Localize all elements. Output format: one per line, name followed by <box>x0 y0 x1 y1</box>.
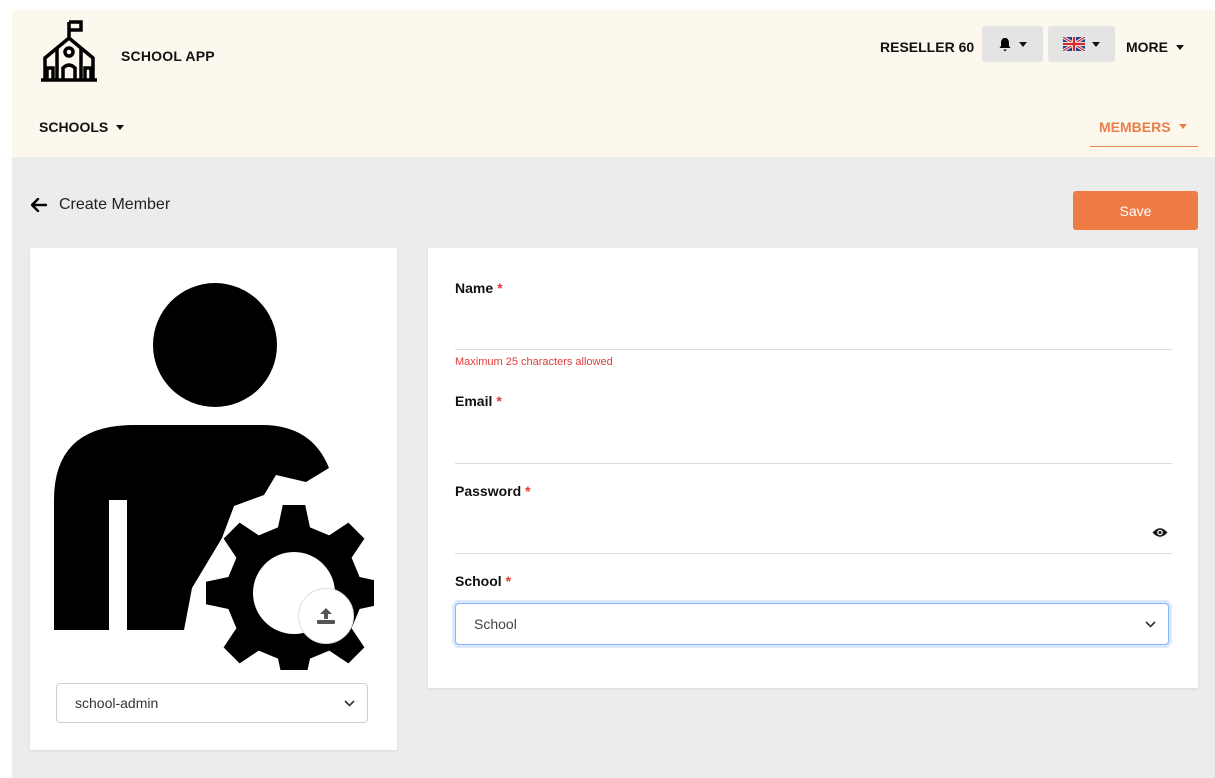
name-input[interactable] <box>455 313 1172 350</box>
chevron-down-icon <box>1092 41 1100 47</box>
bell-icon <box>999 37 1011 51</box>
school-label-text: School <box>455 573 502 589</box>
school-field-label: School * <box>455 573 511 589</box>
more-label: MORE <box>1126 39 1168 55</box>
name-error-text: Maximum 25 characters allowed <box>455 356 613 368</box>
chevron-down-icon <box>1019 41 1027 47</box>
arrow-left-icon <box>31 198 47 212</box>
required-mark: * <box>496 393 502 409</box>
nav-members-label: MEMBERS <box>1099 119 1171 135</box>
page-title: Create Member <box>59 196 171 213</box>
back-link[interactable]: Create Member <box>31 196 170 214</box>
save-button[interactable]: Save <box>1073 191 1198 230</box>
upload-photo-button[interactable] <box>298 588 354 644</box>
email-field-label: Email * <box>455 393 502 409</box>
nav-schools[interactable]: SCHOOLS <box>39 119 125 135</box>
reseller-label: RESELLER 60 <box>880 39 975 55</box>
email-input[interactable] <box>455 427 1172 464</box>
eye-icon[interactable] <box>1152 527 1168 538</box>
chevron-down-icon <box>1176 44 1184 50</box>
required-mark: * <box>497 280 503 296</box>
chevron-down-icon <box>1145 620 1156 628</box>
avatar-card: school-admin <box>30 248 397 750</box>
member-form: Name * Maximum 25 characters allowed Emai… <box>428 248 1198 688</box>
chevron-down-icon <box>344 699 355 707</box>
role-select-value: school-admin <box>75 695 159 711</box>
school-logo-icon <box>41 20 97 82</box>
brand-name: SCHOOL APP <box>121 48 215 64</box>
password-field-label: Password * <box>455 483 531 499</box>
password-label-text: Password <box>455 483 522 499</box>
chevron-down-icon <box>116 124 125 130</box>
notifications-button[interactable] <box>982 26 1043 62</box>
language-button[interactable] <box>1048 26 1115 62</box>
top-header: SCHOOL APP RESELLER 60 MORE SCHOOLS MEMB… <box>12 10 1215 157</box>
school-select-value: School <box>474 616 517 632</box>
name-label-text: Name <box>455 280 494 296</box>
app-root: SCHOOL APP RESELLER 60 MORE SCHOOLS MEMB… <box>12 10 1215 778</box>
required-mark: * <box>505 573 512 589</box>
email-label-text: Email <box>455 393 493 409</box>
nav-schools-label: SCHOOLS <box>39 119 109 135</box>
upload-icon <box>317 608 335 624</box>
role-select[interactable]: school-admin <box>56 683 368 723</box>
password-input[interactable] <box>455 517 1172 554</box>
nav-members[interactable]: MEMBERS <box>1090 119 1198 147</box>
uk-flag-icon <box>1063 37 1085 51</box>
chevron-down-icon <box>1178 124 1187 129</box>
more-menu[interactable]: MORE <box>1126 39 1184 55</box>
school-select[interactable]: School <box>455 603 1169 645</box>
required-mark: * <box>525 483 531 499</box>
name-field-label: Name * <box>455 280 503 296</box>
